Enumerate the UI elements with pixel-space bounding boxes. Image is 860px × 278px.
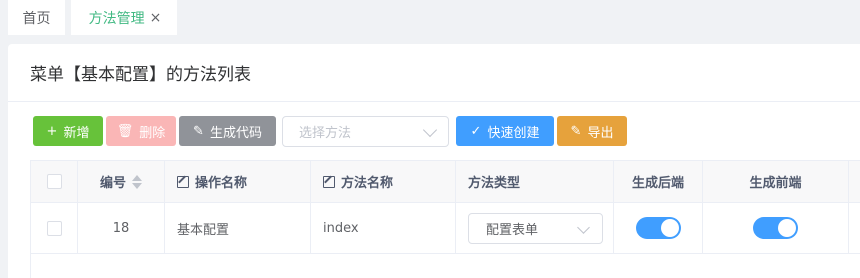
method-table: 编号 操作名称 方法名称 方法类型 生成后端 生成前端 18 基本配置 inde… (30, 160, 860, 278)
row-gen-backend-cell (614, 203, 703, 253)
edit-icon (177, 175, 189, 188)
chevron-down-icon (422, 122, 438, 138)
header-operation-name-label: 操作名称 (195, 176, 248, 191)
add-button[interactable]: + 新增 (33, 116, 103, 146)
method-type-value: 配置表单 (486, 222, 539, 238)
method-select-placeholder: 选择方法 (299, 126, 352, 141)
header-method-type: 方法类型 (456, 161, 614, 202)
page-title: 菜单【基本配置】的方法列表 (30, 65, 251, 85)
tab-method-management[interactable]: 方法管理 × (71, 0, 177, 35)
edit-icon: ✎ (193, 123, 204, 139)
header-method-name-label: 方法名称 (341, 176, 394, 191)
select-all-checkbox[interactable] (46, 174, 62, 189)
sort-desc-icon[interactable] (132, 182, 142, 189)
header-overflow (849, 161, 860, 202)
header-id-label: 编号 (99, 176, 126, 191)
toggle-knob (660, 219, 679, 237)
export-button-label: 导出 (587, 125, 614, 141)
row-checkbox[interactable] (46, 220, 62, 236)
card-header: 菜单【基本配置】的方法列表 (8, 44, 860, 102)
header-select-all-cell (31, 161, 78, 202)
generate-code-button-label: 生成代码 (209, 125, 262, 141)
chevron-down-icon (577, 220, 590, 234)
delete-button-label: 删除 (139, 125, 166, 141)
quick-create-button[interactable]: ✓ 快速创建 (456, 116, 554, 146)
tab-home[interactable]: 首页 (8, 0, 65, 35)
method-select[interactable]: 选择方法 (282, 116, 449, 147)
delete-button[interactable]: 🗑 删除 (106, 116, 176, 146)
header-gen-frontend-label: 生成前端 (749, 176, 802, 191)
edit-icon (323, 175, 335, 188)
row-id: 18 (78, 203, 165, 253)
toggle-knob (778, 219, 796, 237)
header-gen-backend: 生成后端 (614, 161, 703, 202)
header-method-name: 方法名称 (311, 161, 456, 202)
table-row: 18 基本配置 index 配置表单 (31, 203, 860, 254)
sort-icon[interactable] (132, 174, 142, 189)
row-method-name[interactable]: index (311, 203, 456, 253)
row-operation-name[interactable]: 基本配置 (165, 203, 311, 253)
add-button-label: 新增 (63, 125, 90, 141)
header-id[interactable]: 编号 (78, 161, 165, 202)
gen-backend-toggle[interactable] (635, 217, 681, 239)
quick-create-button-label: 快速创建 (487, 125, 540, 141)
plus-icon: + (46, 123, 58, 139)
row-method-type-cell: 配置表单 (456, 203, 614, 253)
sort-asc-icon[interactable] (132, 174, 142, 181)
gen-frontend-toggle[interactable] (753, 217, 798, 239)
header-gen-frontend: 生成前端 (703, 161, 849, 202)
header-method-type-label: 方法类型 (468, 176, 521, 191)
method-type-select[interactable]: 配置表单 (468, 212, 603, 244)
check-icon: ✓ (470, 123, 482, 139)
row-gen-frontend-cell (703, 203, 849, 253)
tab-bar: 首页 方法管理 × (0, 0, 860, 36)
edit-icon: ✎ (570, 123, 582, 139)
table-header: 编号 操作名称 方法名称 方法类型 生成后端 生成前端 (31, 161, 860, 203)
trash-icon: 🗑 (116, 123, 134, 139)
tab-method-management-label: 方法管理 (88, 10, 145, 27)
generate-code-button[interactable]: ✎ 生成代码 (179, 116, 276, 146)
close-icon[interactable]: × (150, 10, 162, 26)
export-button[interactable]: ✎ 导出 (557, 116, 627, 146)
tab-home-label: 首页 (22, 10, 51, 27)
header-gen-backend-label: 生成后端 (631, 176, 684, 191)
row-select-cell (31, 203, 78, 253)
row-overflow (849, 203, 860, 253)
header-operation-name: 操作名称 (165, 161, 311, 202)
